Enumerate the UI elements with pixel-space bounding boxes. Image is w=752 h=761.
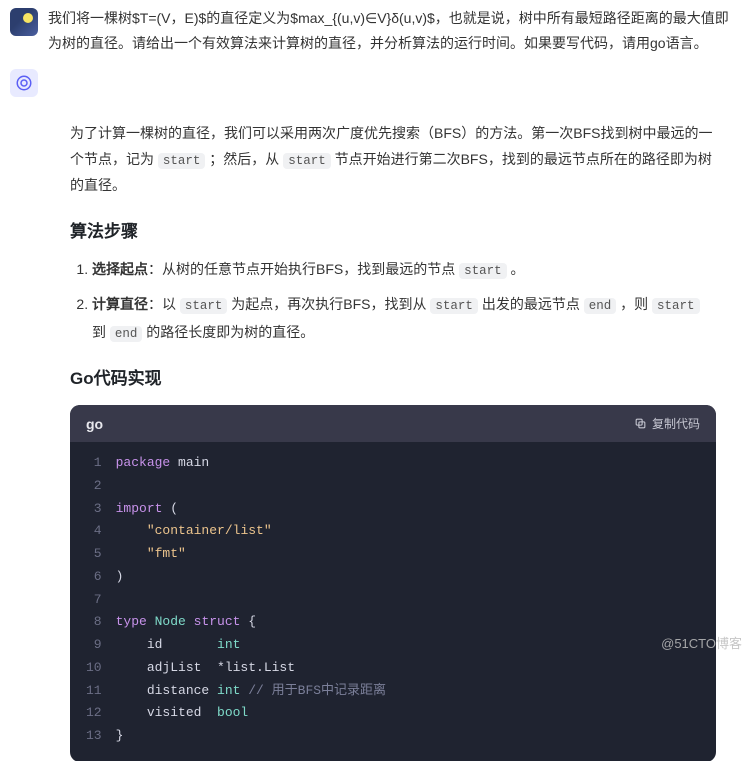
user-avatar [10, 8, 38, 36]
code-header: go 复制代码 [70, 405, 716, 442]
steps-list: 选择起点：从树的任意节点开始执行BFS，找到最远的节点 start 。 计算直径… [70, 256, 716, 346]
copy-icon [634, 417, 647, 430]
user-text: 我们将一棵树$T=(V，E)$的直径定义为$max_{(u,v)∈V}δ(u,v… [48, 6, 738, 55]
ai-message-row [0, 65, 752, 97]
ai-answer-card: 为了计算一棵树的直径，我们可以采用两次广度优先搜索（BFS）的方法。第一次BFS… [48, 103, 738, 761]
answer-paragraph: 为了计算一棵树的直径，我们可以采用两次广度优先搜索（BFS）的方法。第一次BFS… [70, 121, 716, 199]
code-body[interactable]: 1 2 3 4 5 6 7 8 9 10 11 12 13 package ma… [70, 442, 716, 761]
ai-logo-icon [15, 74, 33, 92]
inline-code: start [180, 298, 228, 314]
inline-code: end [110, 326, 143, 342]
inline-code: start [652, 298, 700, 314]
step-2: 计算直径：以 start 为起点，再次执行BFS，找到从 start 出发的最远… [92, 291, 716, 346]
user-message: 我们将一棵树$T=(V，E)$的直径定义为$max_{(u,v)∈V}δ(u,v… [0, 0, 752, 65]
inline-code-start-2: start [283, 153, 331, 169]
code-lines: package main import ( "container/list" "… [116, 452, 386, 748]
code-language-label: go [86, 416, 103, 432]
heading-code: Go代码实现 [70, 364, 716, 389]
inline-code: start [459, 263, 507, 279]
inline-code: end [584, 298, 617, 314]
line-numbers: 1 2 3 4 5 6 7 8 9 10 11 12 13 [70, 452, 116, 748]
ai-avatar [10, 69, 38, 97]
watermark: @51CTO博客 [661, 633, 742, 652]
heading-steps: 算法步骤 [70, 217, 716, 242]
inline-code-start: start [158, 153, 206, 169]
step-1: 选择起点：从树的任意节点开始执行BFS，找到最远的节点 start 。 [92, 256, 716, 283]
code-block: go 复制代码 1 2 3 4 5 6 7 8 9 10 11 12 13 pa… [70, 405, 716, 761]
inline-code: start [430, 298, 478, 314]
copy-code-button[interactable]: 复制代码 [634, 415, 700, 432]
